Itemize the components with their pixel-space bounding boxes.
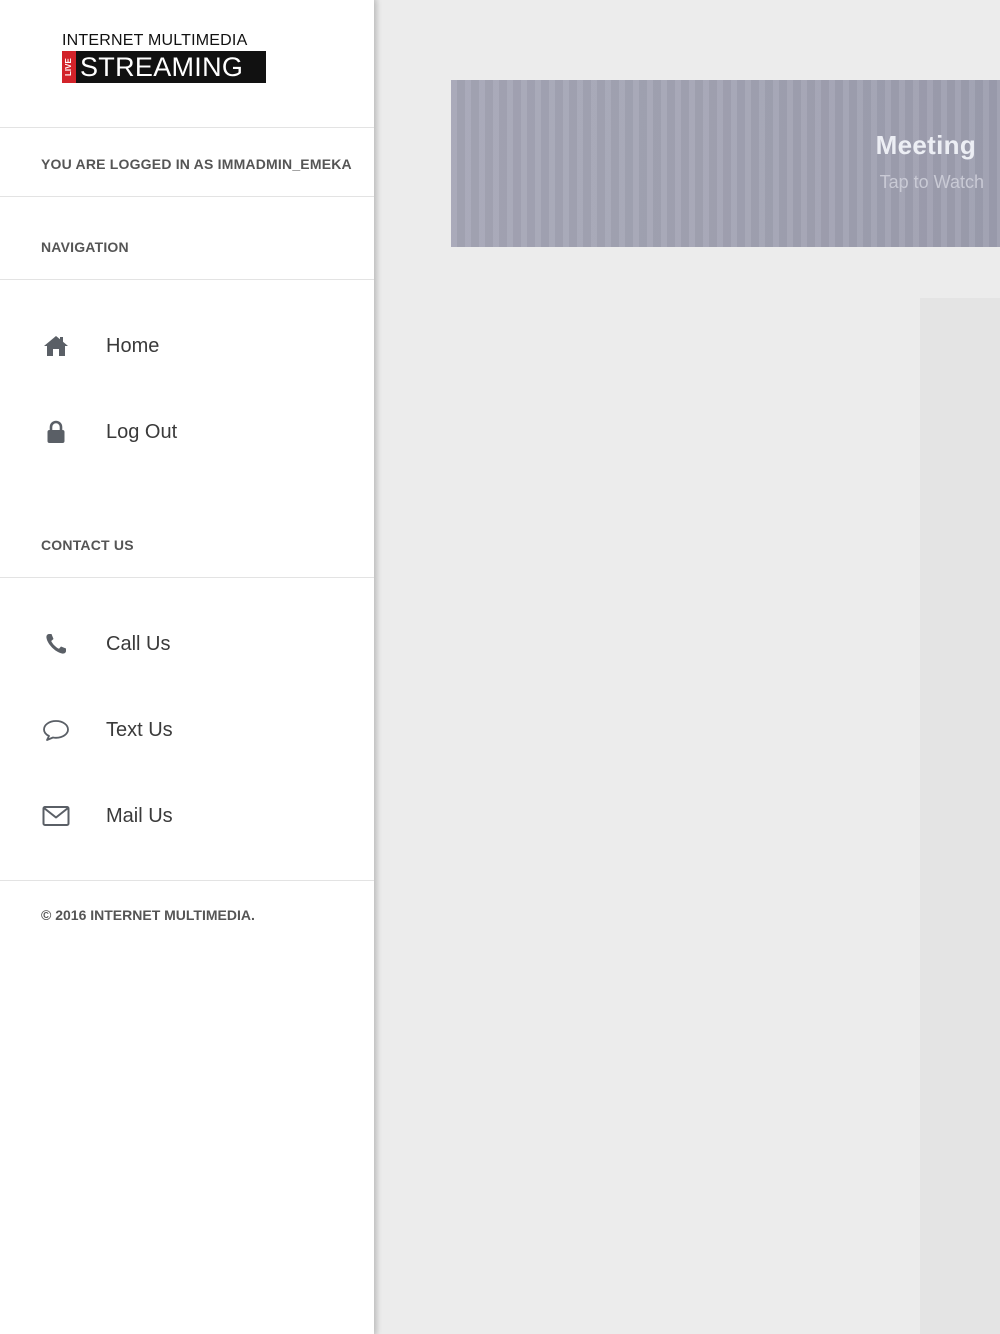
contact-item-label: Mail Us	[106, 804, 173, 827]
copyright-footer: © 2016 INTERNET MULTIMEDIA.	[41, 907, 255, 923]
banner-title: Meeting	[875, 130, 976, 160]
logo-live-tag: LIVE	[62, 51, 76, 83]
home-icon	[41, 331, 71, 361]
app-logo: INTERNET MULTIMEDIA LIVE STREAMING	[62, 32, 266, 83]
divider	[0, 279, 374, 280]
logged-in-text: YOU ARE LOGGED IN AS IMMADMIN_EMEKA	[41, 156, 352, 172]
contact-header: CONTACT US	[41, 537, 134, 553]
divider	[0, 196, 374, 197]
chat-bubble-icon	[41, 715, 71, 745]
contact-item-text[interactable]: Text Us	[0, 700, 374, 760]
phone-icon	[41, 629, 71, 659]
nav-item-label: Log Out	[106, 420, 178, 443]
content-panel	[920, 298, 1000, 1334]
navigation-header: NAVIGATION	[41, 239, 129, 255]
nav-item-logout[interactable]: Log Out	[0, 402, 374, 462]
mail-icon	[41, 801, 71, 831]
logo-bottom: LIVE STREAMING	[62, 51, 266, 83]
navigation-drawer: INTERNET MULTIMEDIA LIVE STREAMING YOU A…	[0, 0, 374, 1334]
nav-item-home[interactable]: Home	[0, 316, 374, 376]
banner-subtitle: Tap to Watch	[879, 172, 984, 192]
contact-item-call[interactable]: Call Us	[0, 614, 374, 674]
divider	[0, 127, 374, 128]
lock-icon	[41, 417, 71, 447]
contact-item-label: Text Us	[106, 718, 173, 741]
contact-item-label: Call Us	[106, 632, 171, 655]
drawer-shadow-edge	[374, 0, 380, 1334]
divider	[0, 880, 374, 881]
contact-item-mail[interactable]: Mail Us	[0, 786, 374, 846]
divider	[0, 577, 374, 578]
meeting-banner[interactable]: Meeting Tap to Watch	[451, 80, 1000, 247]
app-root: Meeting Tap to Watch INTERNET MULTIMEDIA…	[0, 0, 1000, 1334]
logo-streaming-text: STREAMING	[76, 51, 266, 83]
nav-item-label: Home	[106, 334, 160, 357]
logo-top-text: INTERNET MULTIMEDIA	[62, 32, 248, 49]
